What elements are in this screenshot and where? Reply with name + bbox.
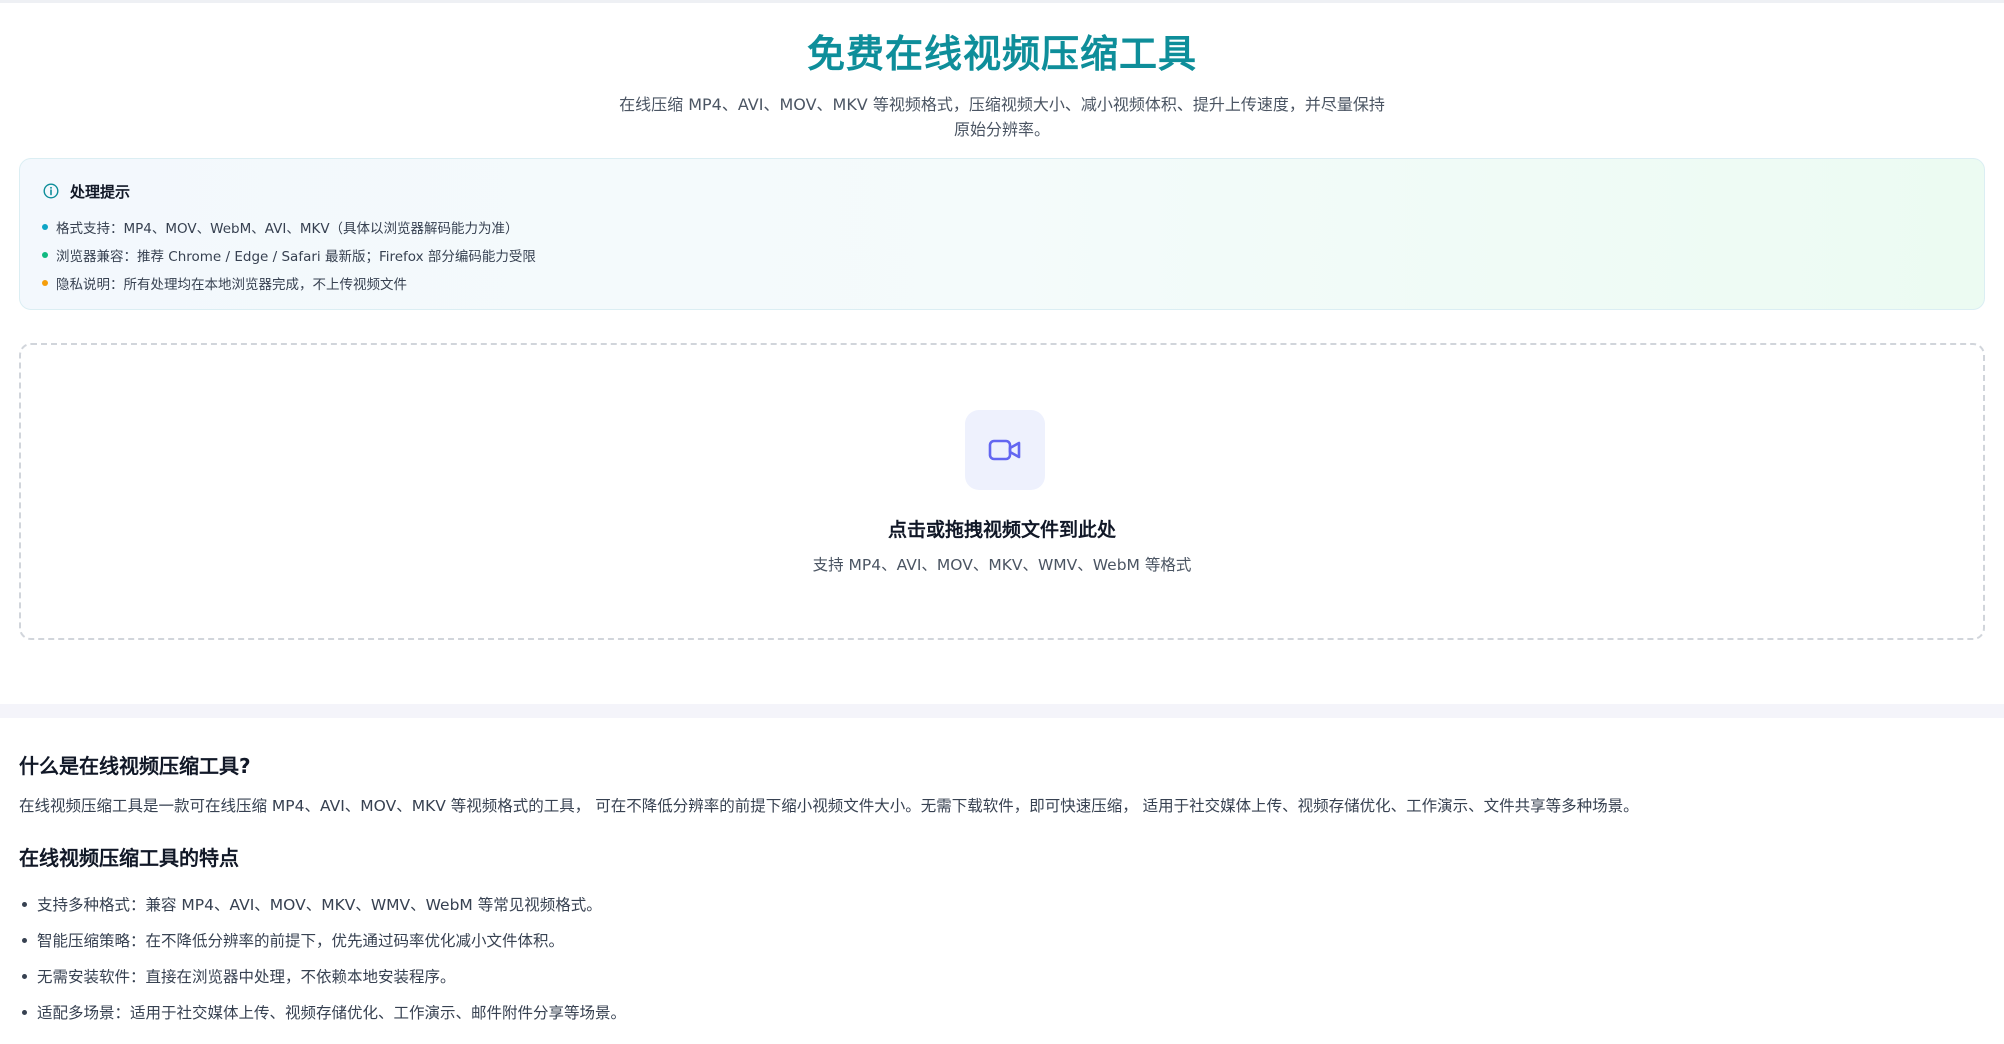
bullet-dot bbox=[22, 937, 27, 943]
tips-header: 处理提示 bbox=[42, 179, 1962, 203]
features-heading: 在线视频压缩工具的特点 bbox=[19, 846, 239, 870]
video-upload-dropzone[interactable]: 点击或拖拽视频文件到此处 支持 MP4、AVI、MOV、MKV、WMV、WebM… bbox=[19, 343, 1985, 640]
bullet-dot bbox=[42, 252, 48, 258]
info-section: 什么是在线视频压缩工具? 在线视频压缩工具是一款可在线压缩 MP4、AVI、MO… bbox=[19, 752, 1985, 1030]
processing-tips-panel: 处理提示 格式支持：MP4、MOV、WebM、AVI、MKV（具体以浏览器解码能… bbox=[19, 158, 1985, 310]
list-item: 适配多场景：适用于社交媒体上传、视频存储优化、工作演示、邮件附件分享等场景。 bbox=[19, 994, 1985, 1030]
tip-browser-compat: 浏览器兼容：推荐 Chrome / Edge / Safari 最新版；Fire… bbox=[42, 241, 1962, 269]
bullet-dot bbox=[42, 280, 48, 286]
hero: 免费在线视频压缩工具 在线压缩 MP4、AVI、MOV、MKV 等视频格式，压缩… bbox=[0, 24, 2004, 142]
tip-text: 浏览器兼容：推荐 Chrome / Edge / Safari 最新版；Fire… bbox=[56, 249, 536, 265]
tip-privacy: 隐私说明：所有处理均在本地浏览器完成，不上传视频文件 bbox=[42, 269, 1962, 297]
tip-text: 隐私说明：所有处理均在本地浏览器完成，不上传视频文件 bbox=[56, 277, 407, 293]
about-heading: 什么是在线视频压缩工具? bbox=[19, 754, 251, 778]
bullet-dot bbox=[22, 901, 27, 907]
list-item: 支持多种格式：兼容 MP4、AVI、MOV、MKV、WMV、WebM 等常见视频… bbox=[19, 886, 1985, 922]
tips-heading: 处理提示 bbox=[70, 182, 131, 201]
tip-text: 格式支持：MP4、MOV、WebM、AVI、MKV（具体以浏览器解码能力为准） bbox=[56, 221, 519, 237]
feature-text: 无需安装软件：直接在浏览器中处理，不依赖本地安装程序。 bbox=[37, 968, 456, 986]
info-icon bbox=[42, 182, 60, 200]
page-title: 免费在线视频压缩工具 bbox=[806, 32, 1197, 76]
feature-text: 支持多种格式：兼容 MP4、AVI、MOV、MKV、WMV、WebM 等常见视频… bbox=[37, 896, 602, 914]
bullet-dot bbox=[22, 1009, 27, 1015]
upload-title: 点击或拖拽视频文件到此处 bbox=[887, 519, 1116, 541]
top-divider bbox=[0, 0, 2004, 3]
feature-text: 智能压缩策略：在不降低分辨率的前提下，优先通过码率优化减小文件体积。 bbox=[37, 932, 565, 950]
feature-text: 适配多场景：适用于社交媒体上传、视频存储优化、工作演示、邮件附件分享等场景。 bbox=[37, 1004, 627, 1022]
features-list: 支持多种格式：兼容 MP4、AVI、MOV、MKV、WMV、WebM 等常见视频… bbox=[19, 886, 1985, 1030]
bullet-dot bbox=[42, 224, 48, 230]
page-subtitle: 在线压缩 MP4、AVI、MOV、MKV 等视频格式，压缩视频大小、减小视频体积… bbox=[619, 95, 1385, 139]
about-description: 在线视频压缩工具是一款可在线压缩 MP4、AVI、MOV、MKV 等视频格式的工… bbox=[19, 797, 1639, 815]
tips-list: 格式支持：MP4、MOV、WebM、AVI、MKV（具体以浏览器解码能力为准） … bbox=[42, 213, 1962, 297]
tip-format-support: 格式支持：MP4、MOV、WebM、AVI、MKV（具体以浏览器解码能力为准） bbox=[42, 213, 1962, 241]
upload-format-hint: 支持 MP4、AVI、MOV、MKV、WMV、WebM 等格式 bbox=[812, 556, 1192, 574]
video-camera-icon bbox=[965, 410, 1045, 490]
list-item: 无需安装软件：直接在浏览器中处理，不依赖本地安装程序。 bbox=[19, 958, 1985, 994]
bullet-dot bbox=[22, 973, 27, 979]
list-item: 智能压缩策略：在不降低分辨率的前提下，优先通过码率优化减小文件体积。 bbox=[19, 922, 1985, 958]
section-divider-band bbox=[0, 704, 2004, 718]
